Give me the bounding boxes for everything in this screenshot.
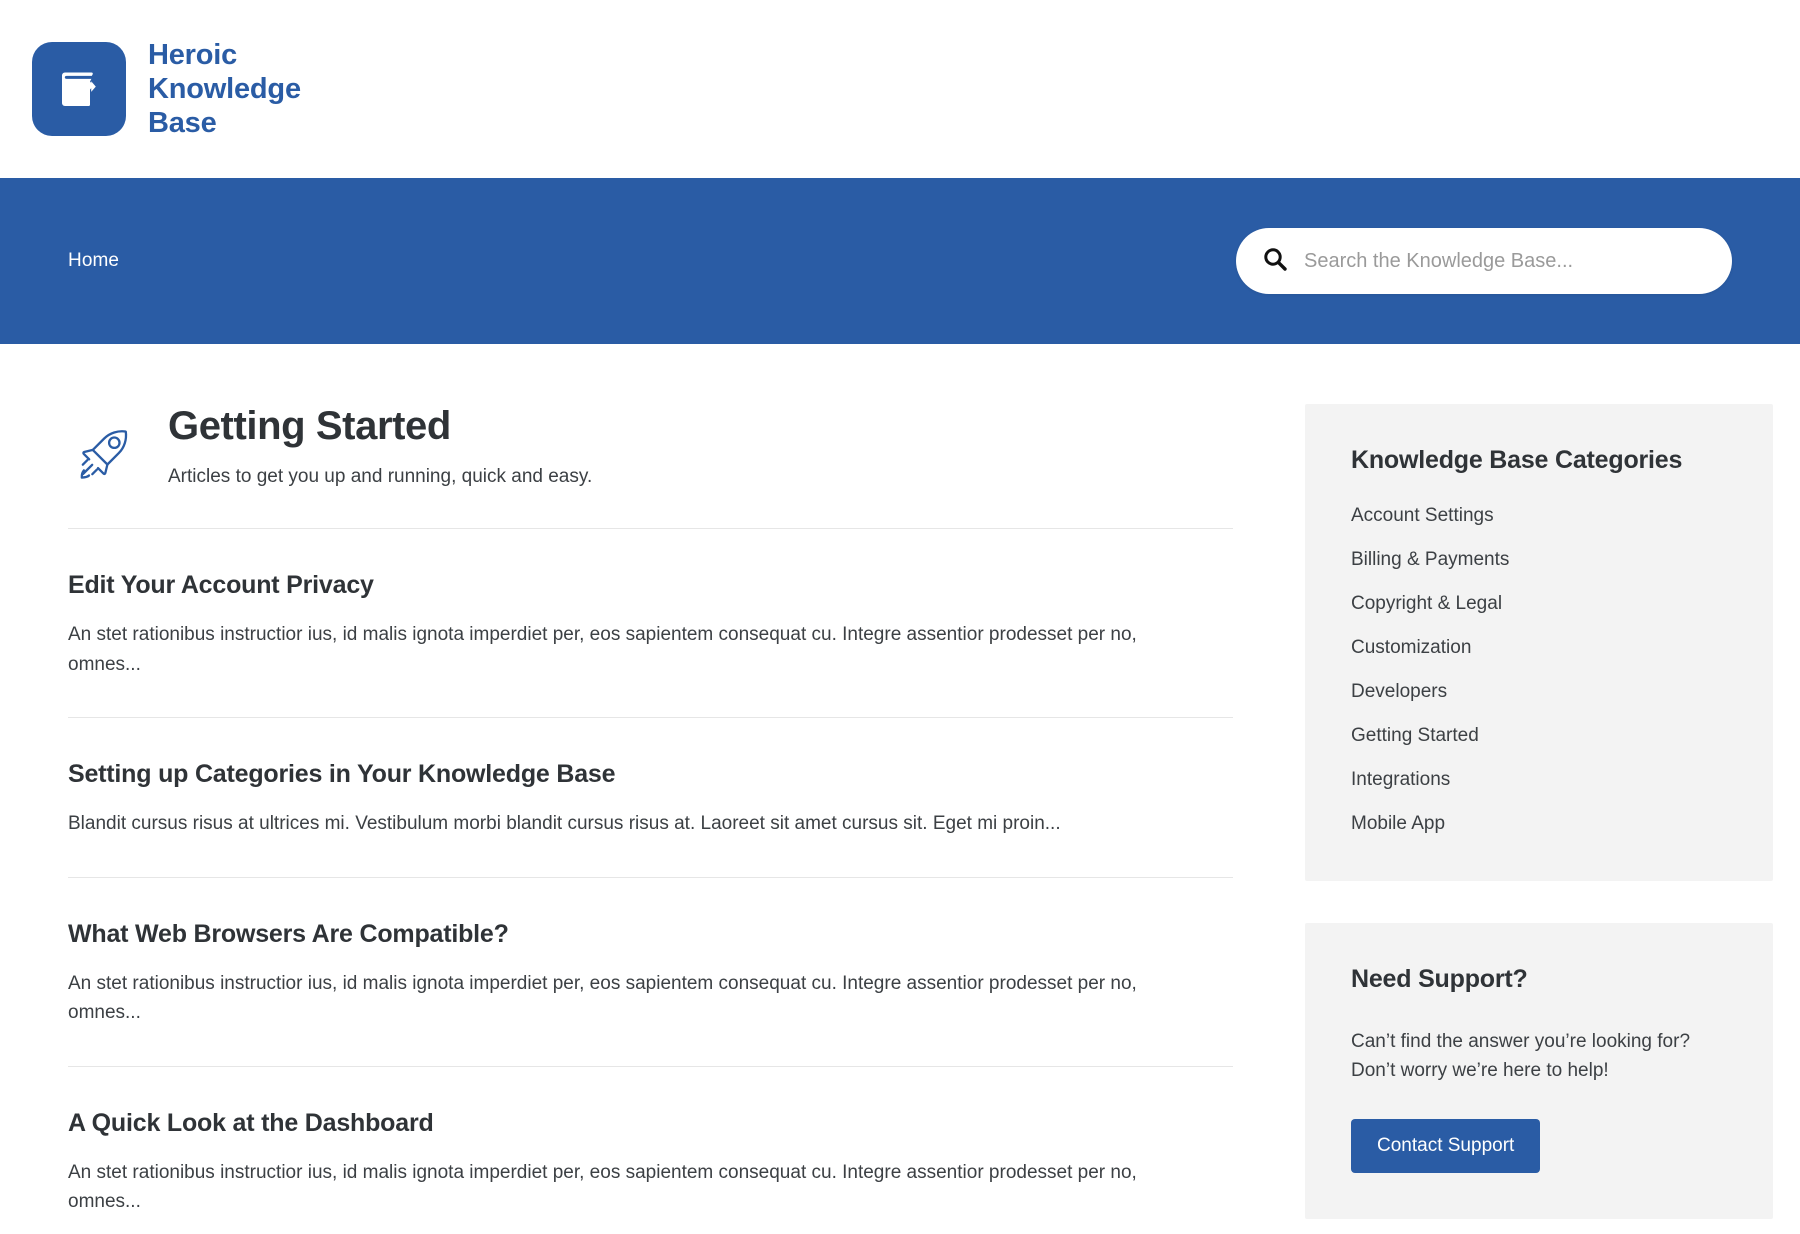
contact-support-button[interactable]: Contact Support [1351, 1119, 1541, 1173]
article-excerpt: An stet rationibus instructior ius, id m… [68, 624, 1137, 675]
article-item[interactable]: Setting up Categories in Your Knowledge … [68, 718, 1233, 876]
article-title[interactable]: What Web Browsers Are Compatible? [68, 920, 1233, 949]
list-item[interactable]: Integrations [1351, 769, 1727, 791]
logo-text: Heroic Knowledge Base [148, 38, 301, 140]
site-header: Heroic Knowledge Base [0, 0, 1800, 178]
list-item[interactable]: Copyright & Legal [1351, 593, 1727, 615]
book-head-icon [32, 42, 126, 136]
article-excerpt: Blandit cursus risus at ultrices mi. Ves… [68, 813, 1061, 835]
category-subtitle: Articles to get you up and running, quic… [168, 465, 593, 487]
sidebar-item-developers[interactable]: Developers [1351, 681, 1447, 702]
sidebar-item-billing-payments[interactable]: Billing & Payments [1351, 549, 1509, 570]
article-item[interactable]: What Web Browsers Are Compatible? An ste… [68, 878, 1233, 1066]
sidebar-item-integrations[interactable]: Integrations [1351, 769, 1450, 790]
sidebar-item-account-settings[interactable]: Account Settings [1351, 505, 1494, 526]
list-item[interactable]: Mobile App [1351, 813, 1727, 835]
article-title[interactable]: Edit Your Account Privacy [68, 571, 1233, 600]
categories-card-title: Knowledge Base Categories [1351, 446, 1683, 474]
support-card-title: Need Support? [1351, 965, 1528, 993]
categories-card: Knowledge Base Categories Account Settin… [1305, 404, 1773, 881]
list-item[interactable]: Developers [1351, 681, 1727, 703]
rocket-icon [68, 418, 140, 490]
list-item[interactable]: Getting Started [1351, 725, 1727, 747]
category-list: Account Settings Billing & Payments Copy… [1351, 505, 1727, 835]
article-title[interactable]: Setting up Categories in Your Knowledge … [68, 760, 1233, 789]
article-excerpt: An stet rationibus instructior ius, id m… [68, 972, 1137, 1024]
category-hero: Getting Started Articles to get you up a… [68, 404, 1233, 528]
main-navbar: Home [0, 178, 1800, 344]
support-card-text: Can’t find the answer you’re looking for… [1351, 1031, 1691, 1081]
support-card: Need Support? Can’t find the answer you’… [1305, 923, 1773, 1219]
list-item[interactable]: Billing & Payments [1351, 549, 1727, 571]
sidebar-item-customization[interactable]: Customization [1351, 637, 1471, 658]
knowledge-base-page: Heroic Knowledge Base Home Search the Kn… [0, 0, 1800, 1234]
list-item[interactable]: Account Settings [1351, 505, 1727, 527]
sidebar-item-mobile-app[interactable]: Mobile App [1351, 813, 1445, 834]
article-title[interactable]: A Quick Look at the Dashboard [68, 1109, 1233, 1138]
search-icon [1262, 246, 1288, 277]
sidebar-item-getting-started[interactable]: Getting Started [1351, 725, 1479, 746]
nav-home-link[interactable]: Home [68, 250, 119, 272]
article-excerpt: An stet rationibus instructior ius, id m… [68, 1161, 1137, 1212]
list-item[interactable]: Customization [1351, 637, 1727, 659]
article-item[interactable]: Edit Your Account Privacy An stet ration… [68, 529, 1233, 717]
sidebar: Knowledge Base Categories Account Settin… [1305, 344, 1773, 1219]
sidebar-item-copyright-legal[interactable]: Copyright & Legal [1351, 593, 1502, 614]
logo-link[interactable]: Heroic Knowledge Base [32, 38, 301, 141]
article-item[interactable]: A Quick Look at the Dashboard An stet ra… [68, 1067, 1233, 1234]
search-input[interactable] [1304, 249, 1706, 273]
main-column: Getting Started Articles to get you up a… [68, 344, 1233, 1234]
search-box[interactable] [1236, 228, 1732, 294]
category-heading-block: Getting Started Articles to get you up a… [168, 404, 592, 490]
page-content: Getting Started Articles to get you up a… [0, 344, 1800, 1234]
page-title: Getting Started [168, 404, 451, 448]
